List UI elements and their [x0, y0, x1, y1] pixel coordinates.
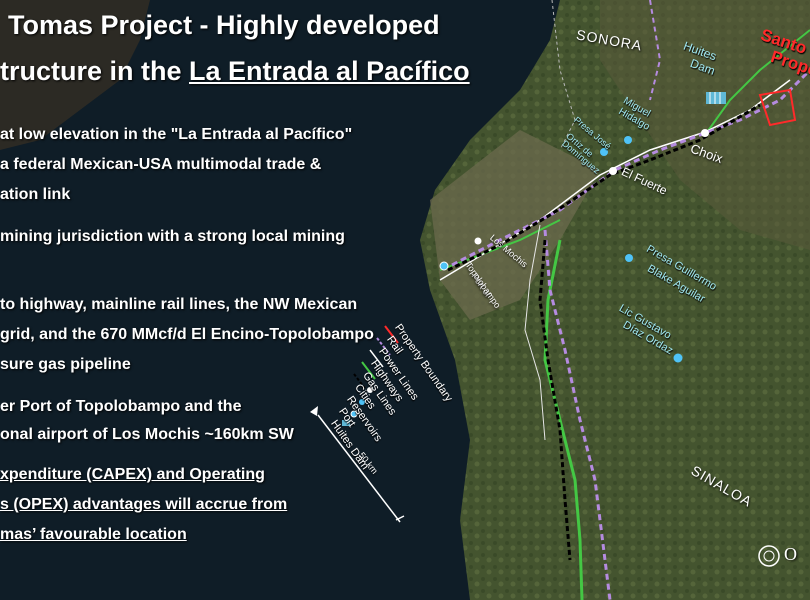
slide-title-prefix: tructure in the — [0, 56, 190, 86]
city-dot — [474, 237, 482, 245]
city-dot — [701, 129, 709, 137]
slide-title-link: La Entrada al Pacífico — [189, 56, 470, 86]
bullet-1-line3: ation link — [0, 186, 71, 203]
bullet-3-line1: to highway, mainline rail lines, the NW … — [0, 296, 358, 313]
bullet-3-line3: sure gas pipeline — [0, 356, 131, 373]
logo-text: O — [784, 544, 797, 564]
bullet-5-line3: mas’ favourable location — [0, 526, 187, 543]
huites-dam-marker — [706, 92, 726, 104]
bullet-1-line1: at low elevation in the "La Entrada al P… — [0, 126, 353, 143]
bullet-4-line1: er Port of Topolobampo and the — [0, 398, 242, 415]
bullet-4-line2: onal airport of Los Mochis ~160km SW — [0, 426, 294, 443]
bullet-5-line2: s (OPEX) advantages will accrue from — [0, 496, 288, 513]
bullet-3-line2: grid, and the 670 MMcf/d El Encino-Topol… — [0, 326, 374, 343]
slide: Tomas Project - Highly developed tructur… — [0, 0, 810, 600]
reservoir-dot — [673, 353, 683, 363]
bullet-1-line2: a federal Mexican-USA multimodal trade & — [0, 156, 322, 173]
city-dot — [609, 167, 617, 175]
reservoir-dot — [624, 136, 632, 144]
bullet-2-line1: mining jurisdiction with a strong local … — [0, 228, 345, 245]
slide-title-line2: tructure in the La Entrada al Pacífico — [0, 56, 470, 87]
reservoir-dot — [625, 254, 633, 262]
slide-title-line1: Tomas Project - Highly developed — [8, 10, 440, 40]
port-marker — [439, 261, 449, 271]
bullet-5-line1: xpenditure (CAPEX) and Operating — [0, 466, 265, 483]
